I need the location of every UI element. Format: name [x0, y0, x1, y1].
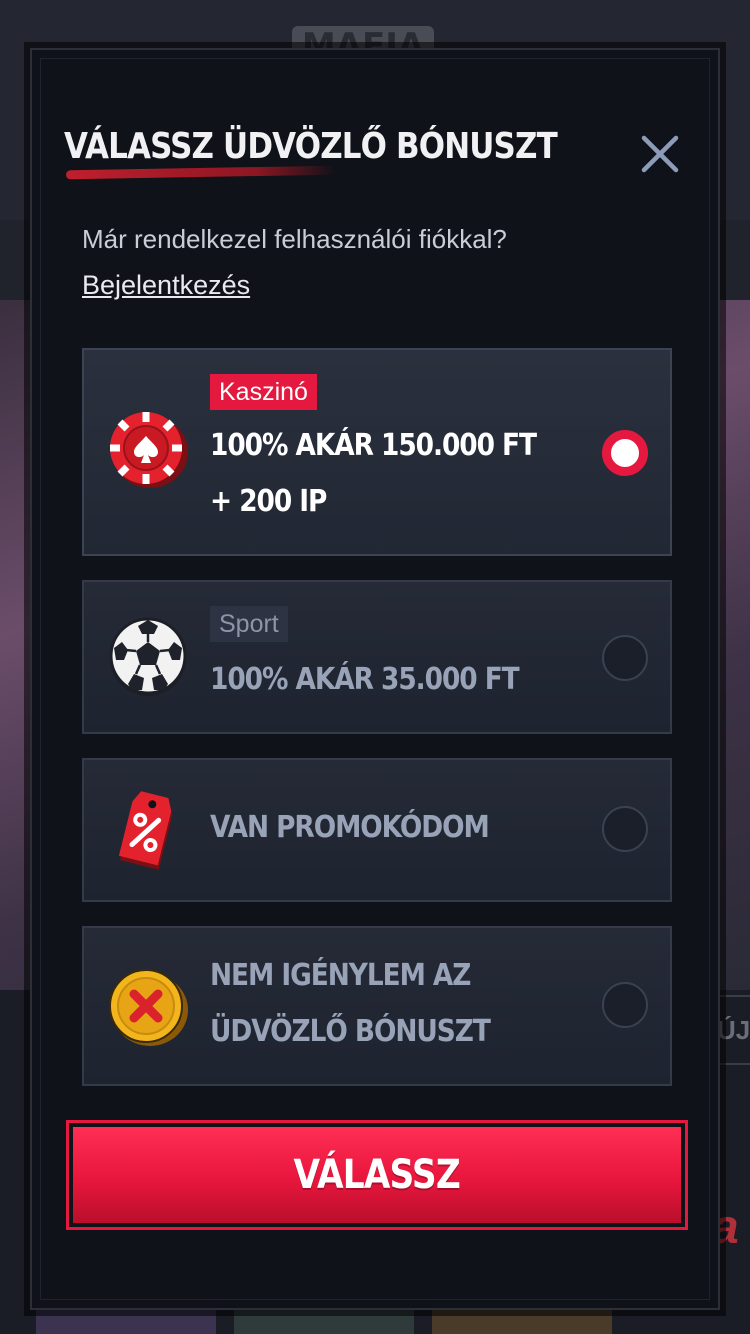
radio-casino-selected[interactable]: [602, 430, 648, 476]
radio-sport[interactable]: [602, 635, 648, 681]
title-brush-underline: [65, 165, 337, 180]
option-title-sport: 100% AKÁR 35.000 FT: [210, 662, 520, 697]
close-button[interactable]: [638, 132, 682, 176]
no-bonus-coin-icon: [106, 964, 190, 1048]
bonus-option-promo-code[interactable]: VAN PROMOKÓDOM: [82, 758, 672, 902]
radio-promo-code[interactable]: [602, 806, 648, 852]
radio-no-bonus[interactable]: [602, 982, 648, 1028]
promo-tag-icon: [106, 788, 190, 872]
choose-button-label: VÁLASSZ: [293, 1152, 461, 1198]
option-title-casino: 100% AKÁR 150.000 FT: [210, 428, 537, 463]
option-subtitle-no-bonus: ÜDVÖZLŐ BÓNUSZT: [210, 1014, 491, 1049]
close-icon: [641, 135, 679, 173]
bonus-option-casino[interactable]: Kaszinó 100% AKÁR 150.000 FT + 200 IP: [82, 348, 672, 556]
choose-button[interactable]: VÁLASSZ: [66, 1120, 688, 1230]
modal-title: VÁLASSZ ÜDVÖZLŐ BÓNUSZT: [64, 126, 558, 167]
soccer-ball-icon: [106, 614, 190, 698]
welcome-bonus-modal: VÁLASSZ ÜDVÖZLŐ BÓNUSZT Már rendelkezel …: [30, 48, 720, 1310]
login-link[interactable]: Bejelentkezés: [82, 270, 250, 301]
choose-button-face: VÁLASSZ: [73, 1127, 681, 1223]
bonus-option-sport[interactable]: Sport 100% AKÁR 35.000 FT: [82, 580, 672, 734]
option-tag-casino: Kaszinó: [210, 374, 317, 410]
casino-chip-icon: [106, 406, 190, 490]
account-question: Már rendelkezel felhasználói fiókkal?: [82, 224, 507, 254]
bonus-option-no-bonus[interactable]: NEM IGÉNYLEM AZ ÜDVÖZLŐ BÓNUSZT: [82, 926, 672, 1086]
option-title-no-bonus: NEM IGÉNYLEM AZ: [210, 958, 471, 993]
option-subtitle-casino: + 200 IP: [210, 484, 327, 519]
option-title-promo-code: VAN PROMOKÓDOM: [210, 810, 490, 845]
option-tag-sport: Sport: [210, 606, 288, 642]
